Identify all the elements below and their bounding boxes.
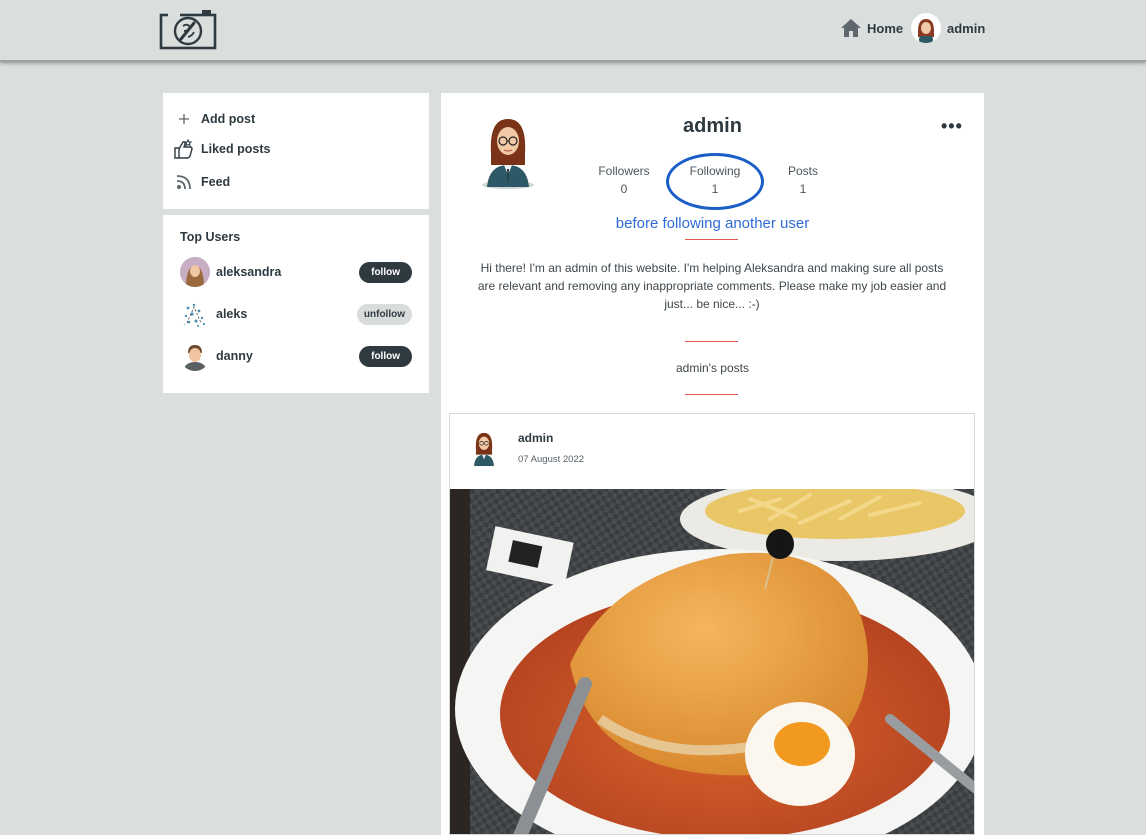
follow-button[interactable]: follow bbox=[359, 261, 412, 283]
sidebar-menu: Add post Liked posts Feed bbox=[163, 93, 429, 209]
top-navbar: Home admin bbox=[0, 0, 1146, 62]
list-item: aleksandra follow bbox=[180, 256, 412, 288]
followers-label: Followers bbox=[598, 164, 650, 178]
unfollow-button[interactable]: unfollow bbox=[356, 303, 412, 325]
post-author[interactable]: admin bbox=[518, 431, 553, 445]
annotation-text: before following another user bbox=[615, 215, 810, 232]
following-count: 1 bbox=[711, 182, 719, 196]
followers-count: 0 bbox=[620, 182, 628, 196]
user-avatar-icon bbox=[183, 345, 207, 371]
liked-posts-label: Liked posts bbox=[201, 142, 271, 156]
home-icon bbox=[841, 19, 861, 37]
top-users-title: Top Users bbox=[180, 230, 241, 244]
post-card: admin 07 August 2022 bbox=[449, 413, 975, 835]
liked-posts-button[interactable]: Liked posts bbox=[173, 138, 270, 160]
rss-icon bbox=[173, 171, 195, 193]
home-label: Home bbox=[867, 20, 904, 36]
avatar[interactable] bbox=[180, 341, 210, 371]
list-item: danny follow bbox=[180, 340, 412, 372]
feed-label: Feed bbox=[201, 175, 231, 189]
plus-icon bbox=[173, 108, 195, 130]
camera-logo-icon[interactable] bbox=[158, 9, 218, 51]
user-avatar-icon bbox=[918, 19, 934, 43]
posts-label: Posts bbox=[787, 164, 818, 178]
profile-card: admin ••• Followers 0 Following 1 Posts … bbox=[441, 93, 984, 835]
avatar[interactable] bbox=[180, 299, 210, 329]
divider bbox=[685, 341, 738, 342]
user-name[interactable]: aleksandra bbox=[216, 265, 359, 279]
list-item: aleks unfollow bbox=[180, 298, 412, 330]
feed-button[interactable]: Feed bbox=[173, 171, 230, 193]
user-avatar-icon bbox=[180, 257, 210, 287]
avatar bbox=[911, 13, 941, 43]
post-photo[interactable] bbox=[450, 489, 975, 835]
post-date: 07 August 2022 bbox=[518, 454, 585, 465]
add-post-button[interactable]: Add post bbox=[173, 108, 255, 130]
following-stat[interactable]: Following 1 bbox=[670, 164, 760, 196]
more-options-icon[interactable]: ••• bbox=[941, 117, 963, 135]
post-author-avatar[interactable] bbox=[470, 430, 498, 466]
divider bbox=[685, 394, 738, 395]
nav-username: admin bbox=[947, 20, 986, 36]
posts-count: 1 bbox=[799, 182, 807, 196]
profile-bio: Hi there! I'm an admin of this website. … bbox=[477, 261, 947, 311]
followers-stat[interactable]: Followers 0 bbox=[579, 164, 669, 196]
posts-heading: admin's posts bbox=[676, 361, 749, 375]
user-name[interactable]: aleks bbox=[216, 307, 357, 321]
thumbs-up-icon bbox=[173, 138, 195, 160]
top-users-panel: Top Users aleksandra follow aleks unfoll… bbox=[163, 215, 429, 393]
following-label: Following bbox=[689, 164, 741, 178]
avatar[interactable] bbox=[180, 257, 210, 287]
nav-profile-link[interactable]: admin bbox=[911, 13, 985, 43]
user-avatar-icon bbox=[182, 303, 206, 327]
profile-username: admin bbox=[683, 115, 742, 137]
divider bbox=[685, 239, 738, 240]
follow-button[interactable]: follow bbox=[359, 345, 412, 367]
nav-home-link[interactable]: Home bbox=[840, 17, 903, 39]
add-post-label: Add post bbox=[201, 112, 256, 126]
posts-stat[interactable]: Posts 1 bbox=[758, 164, 848, 196]
user-name[interactable]: danny bbox=[216, 349, 359, 363]
